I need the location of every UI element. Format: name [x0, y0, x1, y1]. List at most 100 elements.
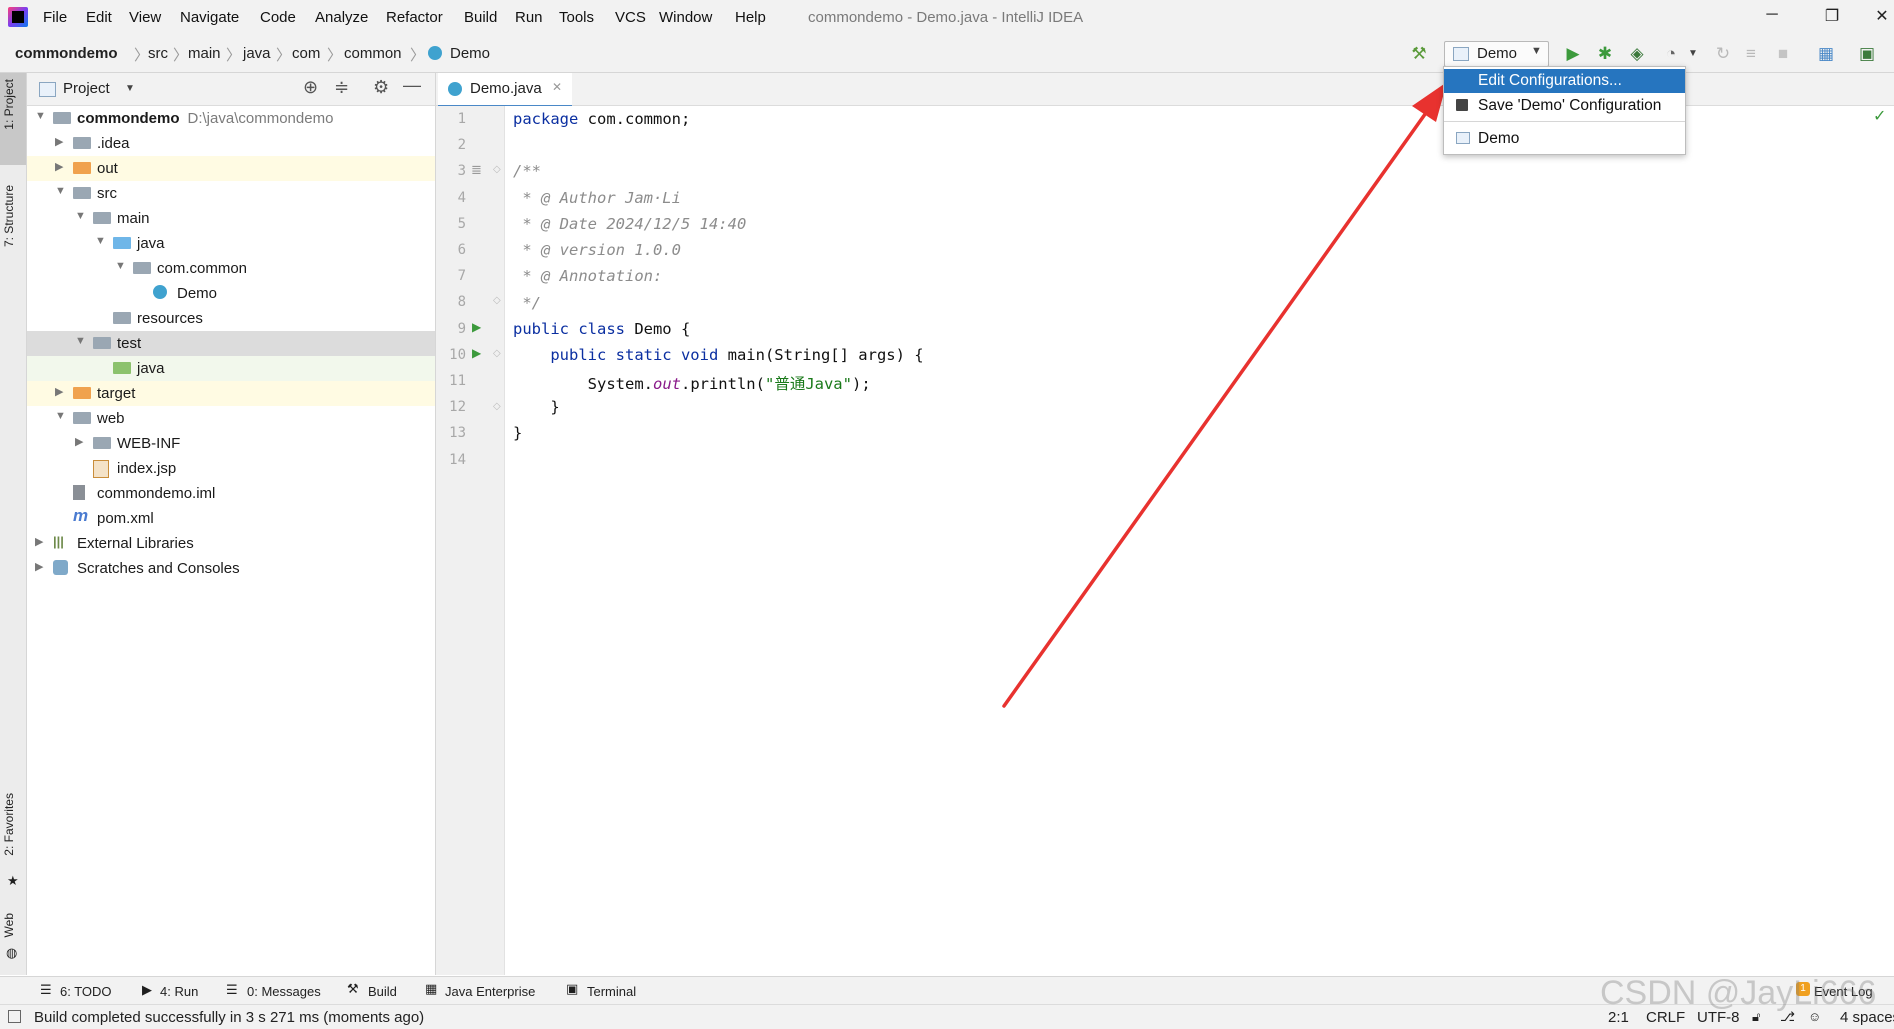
restore-button[interactable]: ❐	[1812, 6, 1852, 30]
expanded-arrow-icon[interactable]: ▼	[35, 110, 46, 122]
tree-row-target[interactable]: ▶ target	[27, 381, 435, 406]
collapse-all-icon[interactable]: ≑	[334, 77, 349, 98]
breadcrumb-java[interactable]: java	[243, 45, 271, 62]
code-editor[interactable]: package com.common; /** * @ Author Jam·L…	[505, 106, 1894, 975]
hide-icon[interactable]: —	[403, 75, 421, 96]
coverage-icon[interactable]: ◈	[1626, 43, 1648, 65]
build-tab[interactable]: Build	[368, 984, 397, 999]
java-enterprise-tab[interactable]: Java Enterprise	[445, 984, 535, 999]
tree-row-com-common[interactable]: ▼ com.common	[27, 256, 435, 281]
breadcrumb-main[interactable]: main	[188, 45, 221, 62]
menu-edit[interactable]: Edit	[86, 9, 112, 26]
expanded-arrow-icon[interactable]: ▼	[75, 210, 86, 222]
tree-row-commondemo[interactable]: ▼ commondemo D:\java\commondemo	[27, 106, 435, 131]
tree-item-name: commondemo	[77, 110, 180, 127]
package-icon	[133, 262, 151, 274]
terminal-tab[interactable]: Terminal	[587, 984, 636, 999]
gear-icon[interactable]: ⚙	[373, 77, 389, 98]
menu-file[interactable]: File	[43, 9, 67, 26]
minimize-button[interactable]: ─	[1752, 6, 1792, 30]
tree-row-index-jsp[interactable]: index.jsp	[27, 456, 435, 481]
tree-row-java[interactable]: ▼ java	[27, 231, 435, 256]
profile-icon[interactable]: ◔	[1660, 43, 1682, 65]
menu-vcs[interactable]: VCS	[615, 9, 646, 26]
expanded-arrow-icon[interactable]: ▼	[75, 335, 86, 347]
profile-chevron-icon[interactable]: ▼	[1682, 43, 1704, 65]
run-gutter-icon[interactable]: ▶	[472, 320, 481, 334]
collapsed-arrow-icon[interactable]: ▶	[55, 160, 63, 173]
menu-code[interactable]: Code	[260, 9, 296, 26]
menu-tools[interactable]: Tools	[559, 9, 594, 26]
tree-row-java[interactable]: java	[27, 356, 435, 381]
breadcrumb-com[interactable]: com	[292, 45, 320, 62]
tree-row-out[interactable]: ▶ out	[27, 156, 435, 181]
breadcrumb-project[interactable]: commondemo	[15, 45, 118, 62]
tree-row-demo[interactable]: Demo	[27, 281, 435, 306]
build-hammer-icon[interactable]: ⚒	[1408, 43, 1430, 65]
project-view-label[interactable]: Project	[63, 80, 110, 97]
tree-row-scratches-and-consoles[interactable]: ▶ Scratches and Consoles	[27, 556, 435, 581]
breadcrumb-demo[interactable]: Demo	[450, 45, 490, 62]
menu-navigate[interactable]: Navigate	[180, 9, 239, 26]
favorites-tool-tab[interactable]: 2: Favorites	[2, 793, 16, 856]
collapsed-arrow-icon[interactable]: ▶	[75, 435, 83, 448]
expanded-arrow-icon[interactable]: ▼	[95, 235, 106, 247]
tree-row-main[interactable]: ▼ main	[27, 206, 435, 231]
run-icon[interactable]: ▶	[1562, 43, 1584, 65]
stop-icon[interactable]: ■	[1772, 43, 1794, 65]
tab-demo-java[interactable]: Demo.java ✕	[438, 73, 572, 108]
tree-row-pom-xml[interactable]: m pom.xml	[27, 506, 435, 531]
expanded-arrow-icon[interactable]: ▼	[55, 185, 66, 197]
web-tool-tab[interactable]: Web	[2, 913, 16, 937]
tree-row--idea[interactable]: ▶ .idea	[27, 131, 435, 156]
run-to-cursor-icon[interactable]: ≡	[1740, 43, 1762, 65]
debug-icon[interactable]: ✱	[1594, 43, 1616, 65]
save-configuration-item[interactable]: Save 'Demo' Configuration	[1444, 94, 1685, 118]
menu-analyze[interactable]: Analyze	[315, 9, 368, 26]
chevron-down-icon[interactable]: ▼	[125, 83, 135, 94]
close-tab-icon[interactable]: ✕	[552, 80, 562, 94]
locate-icon[interactable]: ⊕	[303, 77, 318, 98]
attach-debugger-icon[interactable]: ↻	[1712, 43, 1734, 65]
fold-icon[interactable]: ◇	[493, 348, 501, 359]
tool-windows-icon[interactable]	[8, 1010, 21, 1023]
fold-icon[interactable]: ◇	[493, 164, 501, 175]
project-structure-icon[interactable]: ▦	[1815, 43, 1837, 65]
tree-item-name: .idea	[97, 135, 130, 152]
collapsed-arrow-icon[interactable]: ▶	[55, 385, 63, 398]
tree-row-commondemo-iml[interactable]: commondemo.iml	[27, 481, 435, 506]
close-button[interactable]: ✕	[1862, 6, 1894, 30]
collapsed-arrow-icon[interactable]: ▶	[35, 535, 43, 548]
menu-refactor[interactable]: Refactor	[386, 9, 443, 26]
tree-row-web[interactable]: ▼ web	[27, 406, 435, 431]
tree-row-web-inf[interactable]: ▶ WEB-INF	[27, 431, 435, 456]
fold-icon[interactable]: ◇	[493, 295, 501, 306]
collapsed-arrow-icon[interactable]: ▶	[55, 135, 63, 148]
menu-build[interactable]: Build	[464, 9, 497, 26]
menu-view[interactable]: View	[129, 9, 161, 26]
doc-comment-icon[interactable]: ≣	[471, 162, 482, 178]
menu-run[interactable]: Run	[515, 9, 543, 26]
structure-tool-tab[interactable]: 7: Structure	[2, 185, 16, 247]
breadcrumb-src[interactable]: src	[148, 45, 168, 62]
menu-window[interactable]: Window	[659, 9, 712, 26]
tree-row-src[interactable]: ▼ src	[27, 181, 435, 206]
expanded-arrow-icon[interactable]: ▼	[115, 260, 126, 272]
demo-config-item[interactable]: Demo	[1444, 127, 1685, 151]
menu-help[interactable]: Help	[735, 9, 766, 26]
expanded-arrow-icon[interactable]: ▼	[55, 410, 66, 422]
breadcrumb-common[interactable]: common	[344, 45, 402, 62]
tree-row-external-libraries[interactable]: ▶ ||| External Libraries	[27, 531, 435, 556]
todo-tab[interactable]: 6: TODO	[60, 984, 112, 999]
presentation-mode-icon[interactable]: ▣	[1856, 43, 1878, 65]
collapsed-arrow-icon[interactable]: ▶	[35, 560, 43, 573]
run-tab[interactable]: 4: Run	[160, 984, 198, 999]
fold-icon[interactable]: ◇	[493, 401, 501, 412]
inspection-ok-icon[interactable]: ✓	[1873, 106, 1886, 126]
tree-row-resources[interactable]: resources	[27, 306, 435, 331]
run-configuration-select[interactable]: Demo ▼	[1444, 41, 1549, 67]
run-gutter-icon[interactable]: ▶	[472, 346, 481, 360]
messages-tab[interactable]: 0: Messages	[247, 984, 321, 999]
edit-configurations-item[interactable]: Edit Configurations...	[1444, 69, 1685, 93]
tree-row-test[interactable]: ▼ test	[27, 331, 435, 356]
